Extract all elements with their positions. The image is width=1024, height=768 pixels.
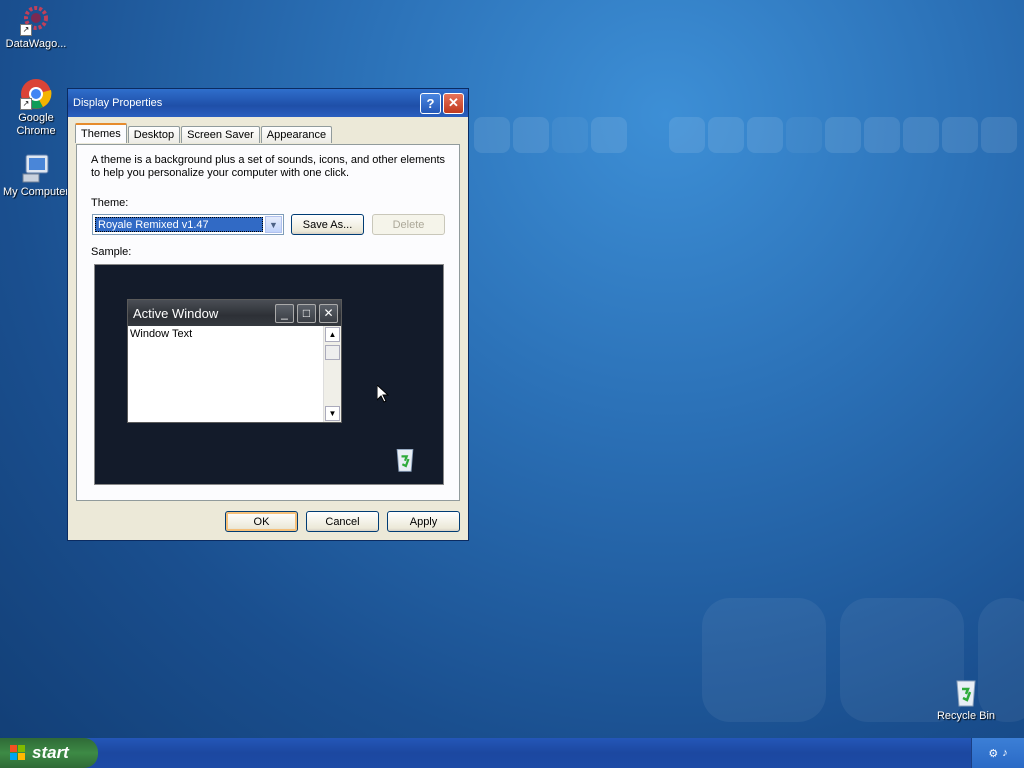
chevron-down-icon[interactable]: ▼ — [265, 216, 282, 233]
wallpaper-tile — [825, 117, 861, 153]
desktop-icon-label: DataWago... — [5, 38, 67, 50]
scroll-thumb — [325, 345, 340, 360]
desktop-icon-my-computer[interactable]: My Computer — [0, 152, 72, 198]
theme-sample-preview: Active Window _ □ ✕ Window Text ▲ ▼ — [94, 264, 444, 485]
wallpaper-tile — [981, 117, 1017, 153]
computer-icon — [20, 152, 52, 184]
window-title: Display Properties — [73, 97, 163, 109]
themes-panel: A theme is a background plus a set of so… — [76, 144, 460, 501]
theme-description: A theme is a background plus a set of so… — [91, 154, 446, 179]
chevron-up-icon: ▲ — [325, 327, 340, 342]
wallpaper-tile — [747, 117, 783, 153]
apply-button[interactable]: Apply — [387, 511, 460, 532]
desktop-icon-chrome[interactable]: ↗ Google Chrome — [0, 78, 72, 138]
sample-scrollbar: ▲ ▼ — [323, 326, 341, 422]
wallpaper-tile — [702, 598, 826, 722]
tab-screen-saver[interactable]: Screen Saver — [181, 126, 260, 143]
wallpaper-tile — [552, 117, 588, 153]
close-button[interactable]: ✕ — [443, 92, 464, 114]
theme-dropdown[interactable]: Royale Remixed v1.47 ▼ — [92, 214, 284, 235]
cancel-button[interactable]: Cancel — [306, 511, 379, 532]
desktop-icon-label: Google Chrome — [16, 112, 56, 137]
volume-icon[interactable]: ♪ — [1002, 747, 1008, 759]
windows-logo-icon — [10, 745, 26, 761]
wallpaper-tile — [669, 117, 705, 153]
tab-themes[interactable]: Themes — [75, 123, 127, 143]
close-icon: ✕ — [319, 303, 338, 323]
system-tray: ⚙ ♪ — [971, 738, 1024, 768]
wallpaper-tile — [513, 117, 549, 153]
wallpaper-tile — [591, 117, 627, 153]
theme-label: Theme: — [91, 197, 129, 209]
datawago-icon: ↗ — [20, 4, 52, 36]
tab-appearance[interactable]: Appearance — [260, 126, 333, 143]
chevron-down-icon: ▼ — [325, 406, 340, 421]
maximize-icon: □ — [297, 303, 316, 323]
sample-window-title: Active Window — [133, 305, 219, 321]
wallpaper-tile — [708, 117, 744, 153]
sample-active-window: Active Window _ □ ✕ Window Text ▲ ▼ — [127, 299, 342, 423]
chrome-icon: ↗ — [20, 78, 52, 110]
mouse-cursor-icon — [376, 383, 390, 406]
start-label: start — [32, 743, 69, 762]
theme-dropdown-value: Royale Remixed v1.47 — [95, 217, 263, 232]
display-properties-window: Display Properties ? ✕ Themes Desktop Sc… — [67, 88, 469, 541]
save-as-button[interactable]: Save As... — [291, 214, 364, 235]
start-button[interactable]: start — [0, 738, 98, 768]
wallpaper-tile — [864, 117, 900, 153]
wallpaper-tile — [786, 117, 822, 153]
sample-title-bar: Active Window _ □ ✕ — [128, 300, 341, 326]
taskbar: start ⚙ ♪ — [0, 738, 1024, 768]
wallpaper-tile — [474, 117, 510, 153]
wallpaper-tile — [903, 117, 939, 153]
sample-window-text: Window Text — [130, 328, 193, 340]
sample-label: Sample: — [91, 246, 132, 258]
desktop-icon-recycle-bin[interactable]: Recycle Bin — [930, 676, 1002, 722]
wallpaper-tile — [942, 117, 978, 153]
recycle-bin-icon — [950, 676, 982, 708]
tab-desktop[interactable]: Desktop — [127, 126, 181, 143]
desktop-icon-label: My Computer — [2, 186, 70, 198]
tab-strip: Themes Desktop Screen Saver Appearance — [75, 123, 333, 143]
delete-button[interactable]: Delete — [372, 214, 445, 235]
shortcut-arrow-icon: ↗ — [20, 24, 32, 36]
help-button[interactable]: ? — [420, 92, 441, 114]
network-icon[interactable]: ⚙ — [988, 747, 998, 760]
desktop-icon-datawago[interactable]: ↗ DataWago... — [0, 4, 72, 50]
desktop-icon-label: Recycle Bin — [936, 710, 996, 722]
title-bar[interactable]: Display Properties ? ✕ — [68, 89, 468, 117]
shortcut-arrow-icon: ↗ — [20, 98, 32, 110]
ok-button[interactable]: OK — [225, 511, 298, 532]
sample-recycle-bin-icon — [391, 445, 419, 476]
minimize-icon: _ — [275, 303, 294, 323]
